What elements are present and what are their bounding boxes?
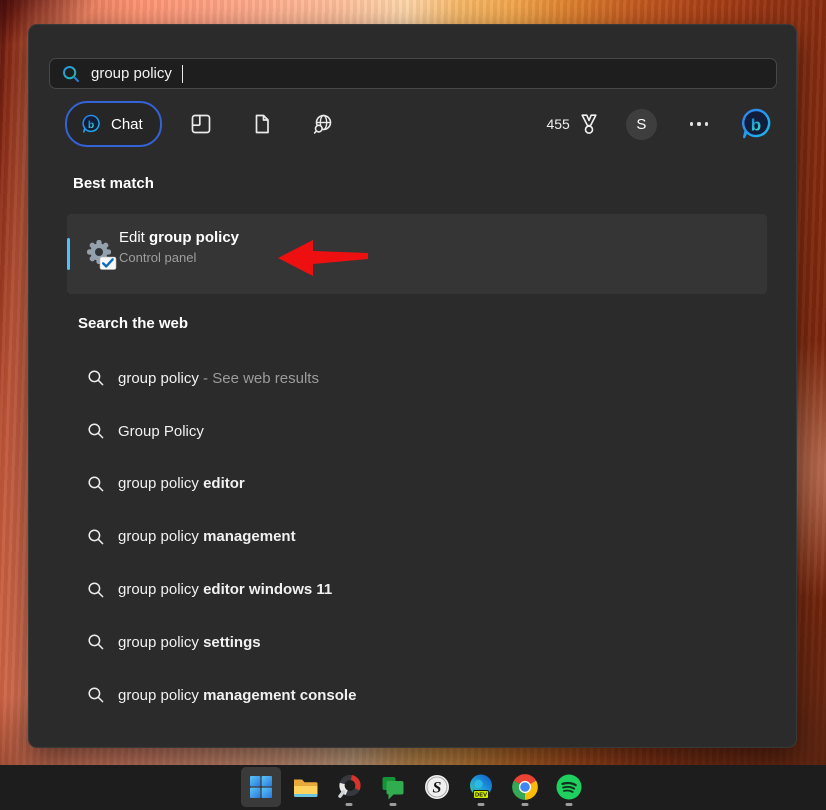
web-suggestion[interactable]: group policy management: [67, 510, 767, 563]
disk-analyzer-icon: [335, 773, 363, 801]
web-suggestion[interactable]: group policy management console: [67, 669, 767, 722]
search-toolbar: b Chat: [49, 101, 776, 147]
search-suggestion-icon: [87, 422, 105, 440]
disk-analyzer-button[interactable]: [329, 767, 369, 807]
search-input[interactable]: group policy: [49, 58, 777, 89]
search-suggestion-icon: [87, 686, 105, 704]
dot: [705, 122, 708, 125]
bing-logo-icon: b: [738, 106, 774, 142]
apps-icon: [189, 112, 213, 136]
s-app-icon: S: [423, 773, 451, 801]
group-policy-gear-icon: [84, 238, 118, 272]
web-suggestions-list: group policy - See web results Group Pol…: [67, 352, 767, 722]
suggestion-text: group policy management: [118, 528, 296, 545]
more-options-button[interactable]: [684, 116, 714, 131]
filter-documents-button[interactable]: [240, 102, 284, 146]
result-subtitle: Control panel: [119, 250, 239, 265]
dot: [690, 122, 693, 125]
suggestion-text: group policy - See web results: [118, 370, 319, 387]
search-flyout: group policy b Chat: [28, 24, 797, 748]
best-match-heading: Best match: [73, 175, 154, 192]
rewards-medal-icon: [577, 112, 601, 136]
rewards-button[interactable]: [577, 112, 601, 136]
filter-apps-button[interactable]: [179, 102, 223, 146]
avatar-initial: S: [636, 116, 646, 133]
document-icon: [250, 112, 274, 136]
search-suggestion-icon: [87, 369, 105, 387]
bing-letter: b: [751, 116, 761, 135]
web-suggestion[interactable]: group policy editor windows 11: [67, 563, 767, 616]
search-web-heading: Search the web: [78, 315, 188, 332]
search-suggestion-icon: [87, 581, 105, 599]
search-suggestion-icon: [87, 475, 105, 493]
suggestion-text: group policy management console: [118, 687, 356, 704]
chrome-button[interactable]: [505, 767, 545, 807]
web-suggestion[interactable]: group policy - See web results: [67, 352, 767, 405]
search-suggestion-icon: [87, 528, 105, 546]
file-explorer-button[interactable]: [285, 767, 325, 807]
chrome-icon: [511, 773, 539, 801]
best-match-result[interactable]: Edit group policy Control panel: [67, 214, 767, 294]
taskbar: S DEV: [0, 765, 826, 810]
web-suggestion[interactable]: Group Policy: [67, 405, 767, 458]
spotify-icon: [555, 773, 583, 801]
windows-logo-icon: [249, 775, 273, 799]
tab-chat[interactable]: b Chat: [65, 101, 162, 147]
spotify-button[interactable]: [549, 767, 589, 807]
search-icon: [61, 64, 81, 84]
desktop: group policy b Chat: [0, 0, 826, 810]
edge-dev-icon: DEV: [467, 773, 495, 801]
s-app-button[interactable]: S: [417, 767, 457, 807]
edge-dev-badge: DEV: [475, 793, 487, 799]
user-avatar[interactable]: S: [626, 109, 657, 140]
chat-tab-label: Chat: [111, 116, 143, 133]
result-text-block: Edit group policy Control panel: [119, 229, 239, 265]
rewards-points: 455: [546, 116, 569, 132]
svg-text:b: b: [88, 120, 94, 131]
google-chat-icon: [379, 773, 407, 801]
suggestion-text: group policy editor windows 11: [118, 581, 332, 598]
suggestion-text: group policy editor: [118, 475, 245, 492]
selection-indicator: [67, 238, 70, 270]
result-title: Edit group policy: [119, 229, 239, 246]
google-chat-button[interactable]: [373, 767, 413, 807]
text-caret: [182, 65, 183, 83]
dot: [697, 122, 700, 125]
file-explorer-icon: [291, 773, 319, 801]
toolbar-right-group: 455 S b: [546, 106, 776, 142]
suggestion-text: group policy settings: [118, 634, 261, 651]
search-suggestion-icon: [87, 633, 105, 651]
bing-chat-icon: b: [80, 113, 102, 135]
start-button[interactable]: [241, 767, 281, 807]
globe-search-icon: [311, 112, 335, 136]
filter-web-button[interactable]: [301, 102, 345, 146]
suggestion-text: Group Policy: [118, 423, 204, 440]
edge-dev-button[interactable]: DEV: [461, 767, 501, 807]
taskbar-items: S DEV: [241, 767, 589, 807]
s-app-letter: S: [433, 780, 442, 797]
web-suggestion[interactable]: group policy settings: [67, 616, 767, 669]
web-suggestion[interactable]: group policy editor: [67, 458, 767, 511]
search-query: group policy: [91, 65, 172, 82]
bing-chat-button[interactable]: b: [738, 106, 774, 142]
